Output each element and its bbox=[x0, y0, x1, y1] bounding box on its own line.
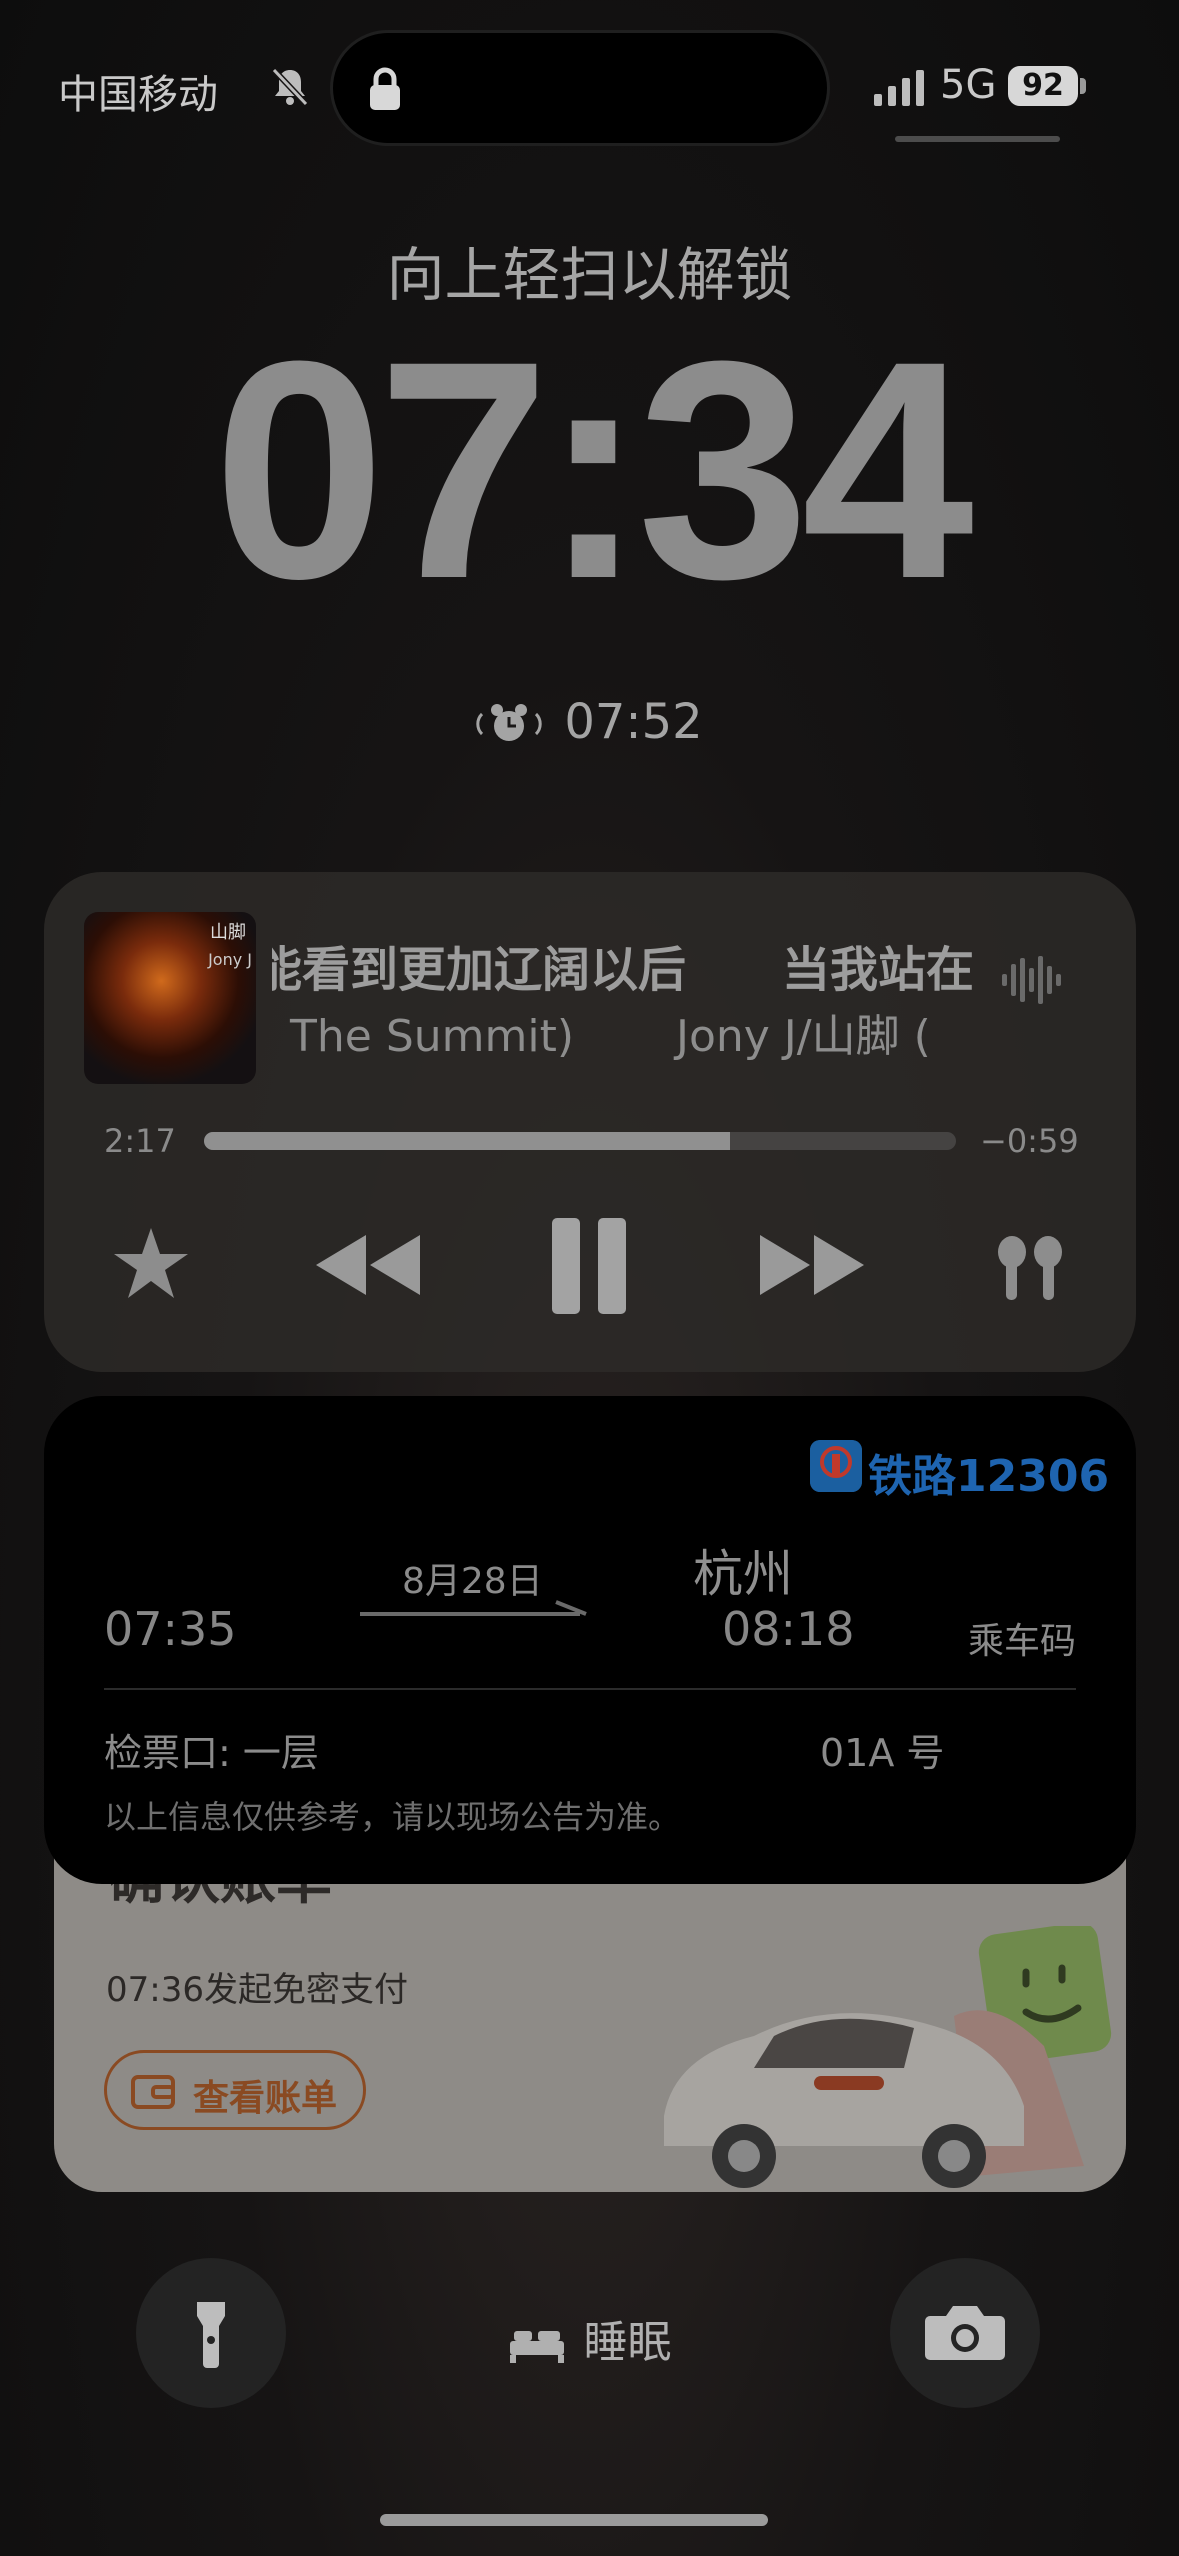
remaining-time: −0:59 bbox=[980, 1122, 1079, 1160]
cover-artist: Jony J bbox=[208, 950, 252, 969]
view-bill-label: 查看账单 bbox=[193, 2078, 338, 2119]
bed-icon bbox=[509, 2331, 564, 2363]
ticket-divider bbox=[104, 1688, 1076, 1690]
cover-title: 山脚 bbox=[210, 922, 246, 943]
alarm-clock-icon bbox=[476, 704, 543, 741]
travel-date: 8月28日 bbox=[402, 1561, 543, 1602]
railway-logo-icon bbox=[810, 1440, 862, 1492]
seat-number: 01A 号 bbox=[820, 1731, 945, 1775]
wallet-icon bbox=[131, 2075, 175, 2109]
lock-icon bbox=[370, 67, 400, 110]
silent-bell-icon bbox=[271, 67, 309, 107]
progress-fill bbox=[204, 1132, 731, 1150]
battery-indicator: 92 bbox=[1008, 66, 1078, 106]
lock-clock[interactable]: 07:34 bbox=[0, 315, 1179, 625]
carrier-label: 中国移动 bbox=[58, 72, 218, 118]
elapsed-time: 2:17 bbox=[104, 1122, 176, 1160]
pause-icon[interactable] bbox=[550, 1210, 630, 1320]
destination-city: 杭州 bbox=[693, 1545, 793, 1603]
ticket-disclaimer: 以上信息仅供参考，请以现场公告为准。 bbox=[104, 1798, 681, 1836]
ticket-gate: 检票口: 一层 bbox=[104, 1731, 319, 1775]
home-indicator[interactable] bbox=[380, 2514, 768, 2526]
car-illustration bbox=[664, 1926, 1112, 2188]
progress-bar[interactable] bbox=[204, 1132, 956, 1150]
network-label: 5G bbox=[940, 62, 997, 108]
camera-button[interactable] bbox=[890, 2258, 1040, 2408]
album-cover[interactable]: 山脚 Jony J bbox=[84, 912, 256, 1084]
battery-cap bbox=[1080, 78, 1086, 94]
airpods-icon[interactable] bbox=[990, 1210, 1070, 1320]
rewind-icon[interactable] bbox=[312, 1210, 424, 1320]
dynamic-island[interactable] bbox=[330, 30, 830, 146]
alarm-row: 07:52 bbox=[0, 694, 1179, 750]
camera-icon bbox=[925, 2306, 1005, 2360]
bill-subtitle: 07:36发起免密支付 bbox=[106, 1970, 408, 2010]
alarm-time: 07:52 bbox=[564, 694, 703, 750]
lyric-line: 能看到更加辽阔以后 当我站在 bbox=[272, 942, 975, 998]
route-arrow-icon bbox=[360, 1600, 587, 1616]
sleep-label: 睡眠 bbox=[583, 2317, 672, 2368]
signal-icon bbox=[874, 70, 924, 106]
arrival-time: 08:18 bbox=[722, 1602, 855, 1656]
fast-forward-icon[interactable] bbox=[756, 1210, 868, 1320]
train-app-brand: 铁路12306 bbox=[868, 1451, 1110, 1502]
audio-waveform-icon bbox=[1002, 956, 1061, 1004]
ride-code-button[interactable]: 乘车码 bbox=[968, 1612, 1076, 1664]
track-artist-line: The Summit) Jony J/山脚 ( bbox=[290, 1011, 931, 1062]
track-info[interactable]: 能看到更加辽阔以后 当我站在 The Summit) Jony J/山脚 ( bbox=[272, 930, 976, 1080]
view-bill-button[interactable]: 查看账单 bbox=[104, 2050, 366, 2130]
bill-notification[interactable]: 确认账单 07:36发起免密支付 查看账单 bbox=[54, 1836, 1126, 2192]
star-icon[interactable] bbox=[110, 1210, 192, 1320]
control-center-grabber[interactable] bbox=[895, 136, 1060, 142]
departure-time: 07:35 bbox=[104, 1602, 237, 1656]
